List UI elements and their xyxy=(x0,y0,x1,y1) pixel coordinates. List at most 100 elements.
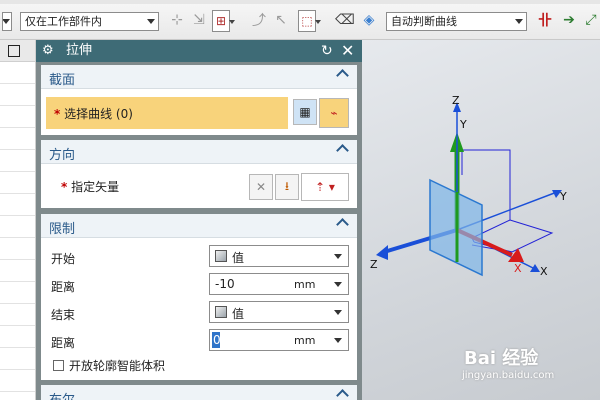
required-asterisk: * xyxy=(61,180,68,194)
chevron-up-icon[interactable] xyxy=(336,69,349,82)
chevron-up-icon[interactable] xyxy=(336,218,349,231)
arrow-snap-icon[interactable]: ⤴ xyxy=(250,10,268,30)
x-axis-label-blue: X xyxy=(540,265,548,278)
curve-rule-value: 自动判断曲线 xyxy=(391,15,457,28)
navigator-header xyxy=(0,40,35,62)
navigator-row xyxy=(0,172,35,194)
boolean-header[interactable]: 布尔 xyxy=(41,385,357,400)
navigator-row xyxy=(0,62,35,84)
toolbar-top-strip xyxy=(0,0,600,4)
start-distance-label: 距离 xyxy=(51,280,76,294)
baidu-watermark-url: jingyan.baidu.com xyxy=(462,370,555,381)
top-toolbar: 仅在工作部件内 ⊹ ⇲ ⊞ ⤴ ↖ ⬚ ⌫ ◈ 自动判断曲线 卝 ➔ ⤢ xyxy=(0,0,600,40)
rectangle-select-icon[interactable]: ⬚ xyxy=(298,10,321,32)
y-axis-label-right: Y xyxy=(560,190,567,203)
direction-header[interactable]: 方向 xyxy=(41,140,357,164)
navigator-row xyxy=(0,106,35,128)
chevron-up-icon[interactable] xyxy=(336,144,349,157)
start-type-dropdown[interactable]: 值 xyxy=(209,245,349,267)
reset-icon[interactable]: ↻ xyxy=(321,40,333,62)
section-header-label: 截面 xyxy=(49,73,76,88)
end-label: 结束 xyxy=(51,308,76,322)
chevron-down-icon xyxy=(147,19,155,24)
graphics-viewport[interactable]: Z Y Y Z X X Bai 经验 jingyan.baidu.com xyxy=(362,40,600,400)
limits-header[interactable]: 限制 xyxy=(41,214,357,238)
value-cube-icon xyxy=(215,306,227,318)
left-combo-stub[interactable] xyxy=(2,12,12,31)
start-label: 开始 xyxy=(51,252,76,266)
reverse-direction-icon[interactable]: ✕ xyxy=(249,174,273,200)
z-axis-label-top: Z xyxy=(452,94,460,107)
vector-label: 指定矢量 xyxy=(71,180,120,194)
selection-scope-filter[interactable]: 仅在工作部件内 xyxy=(20,12,159,31)
open-profile-label: 开放轮廓智能体积 xyxy=(69,359,166,373)
limits-group: 限制 开始 值 距离 -10 mm 结束 值 距离 0 mm 开放轮廓智能体积 xyxy=(41,214,357,380)
start-distance-unit: mm xyxy=(294,278,316,291)
start-type-value: 值 xyxy=(232,251,245,265)
select-curve-row[interactable]: * 选择曲线 (0) xyxy=(46,97,288,129)
z-axis-label-left: Z xyxy=(370,258,378,271)
vector-dialog-icon[interactable]: ⭳ xyxy=(275,174,299,200)
value-cube-icon xyxy=(215,250,227,262)
navigator-row xyxy=(0,150,35,172)
navigator-row xyxy=(0,304,35,326)
required-asterisk: * xyxy=(54,107,61,121)
point-snap-dropdown-icon[interactable]: ⊞ xyxy=(212,10,235,32)
navigator-row xyxy=(0,260,35,282)
end-distance-label: 距离 xyxy=(51,336,76,350)
vector-type-dropdown[interactable]: ⇡ ▾ xyxy=(301,173,349,201)
dialog-titlebar: ⚙ 拉伸 ↻ ✕ xyxy=(36,40,362,62)
selection-scope-value: 仅在工作部件内 xyxy=(25,15,102,28)
close-icon[interactable]: ✕ xyxy=(341,40,354,62)
chevron-down-icon xyxy=(515,19,523,24)
chevron-down-icon xyxy=(334,310,342,315)
section-header[interactable]: 截面 xyxy=(41,65,357,89)
start-distance-value: -10 xyxy=(215,277,235,291)
navigator-row xyxy=(0,84,35,106)
expand-icon[interactable]: ⤢ xyxy=(582,10,600,30)
chevron-up-icon[interactable] xyxy=(336,389,349,400)
navigator-row xyxy=(0,370,35,392)
end-distance-unit: mm xyxy=(294,334,316,347)
extrude-dialog: ⚙ 拉伸 ↻ ✕ 截面 * 选择曲线 (0) ▦ ⌁ 方向 * 指定矢量 ✕ ⭳… xyxy=(36,40,362,400)
gear-icon[interactable]: ⚙ xyxy=(42,40,54,62)
eraser-icon[interactable]: ⌫ xyxy=(335,10,355,30)
curve-select-icon[interactable]: ⌁ xyxy=(319,98,349,128)
end-type-dropdown[interactable]: 值 xyxy=(209,301,349,323)
navigator-row xyxy=(0,326,35,348)
snap-point-icon[interactable]: ⊹ xyxy=(168,10,186,30)
navigator-row xyxy=(0,194,35,216)
navigator-row xyxy=(0,216,35,238)
vector-row: * 指定矢量 xyxy=(61,178,119,195)
dialog-title: 拉伸 xyxy=(66,43,93,58)
x-axis-label-red: X xyxy=(514,262,522,275)
end-distance-input[interactable]: 0 mm xyxy=(209,329,349,351)
select-curve-label: 选择曲线 (0) xyxy=(64,107,133,121)
navigator-row xyxy=(0,128,35,150)
end-type-value: 值 xyxy=(232,307,245,321)
y-axis-label-top: Y xyxy=(460,118,467,131)
next-arrow-icon[interactable]: ➔ xyxy=(560,10,578,30)
cube-icon[interactable]: ◈ xyxy=(360,10,378,30)
navigator-strip xyxy=(0,40,36,400)
direction-header-label: 方向 xyxy=(49,148,76,163)
boolean-header-label: 布尔 xyxy=(49,389,75,400)
sketch-section-icon[interactable]: ▦ xyxy=(293,99,317,125)
navigator-row xyxy=(0,348,35,370)
curve-rule-dropdown[interactable]: 自动判断曲线 xyxy=(386,12,527,31)
section-group: 截面 * 选择曲线 (0) ▦ ⌁ xyxy=(41,65,357,135)
start-distance-input[interactable]: -10 mm xyxy=(209,273,349,295)
chevron-down-icon[interactable] xyxy=(334,282,342,287)
direction-group: 方向 * 指定矢量 ✕ ⭳ ⇡ ▾ xyxy=(41,140,357,208)
boolean-group: 布尔 xyxy=(41,385,357,400)
baidu-watermark-logo: Bai 经验 xyxy=(464,348,539,369)
end-distance-value: 0 xyxy=(213,333,221,347)
pointer-icon[interactable]: ↖ xyxy=(272,10,290,30)
navigator-row xyxy=(0,282,35,304)
limits-header-label: 限制 xyxy=(49,222,76,237)
snap-tool-icon[interactable]: ⇲ xyxy=(190,10,208,30)
open-profile-checkbox[interactable] xyxy=(53,360,64,371)
maximize-icon[interactable] xyxy=(8,45,20,57)
chevron-down-icon[interactable] xyxy=(334,338,342,343)
curve-stop-icon[interactable]: 卝 xyxy=(536,10,554,30)
